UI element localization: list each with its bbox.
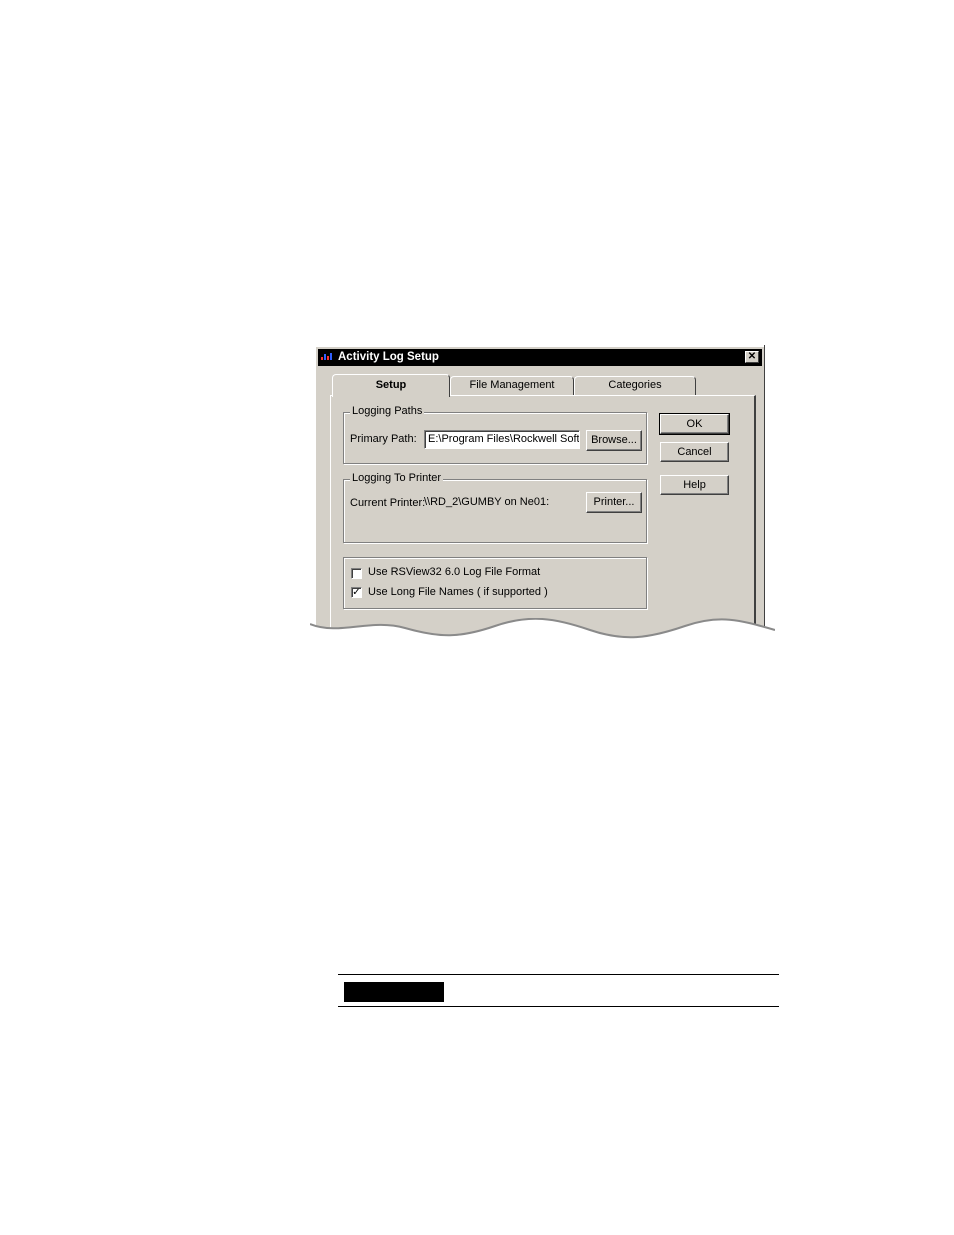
redacted-label-box bbox=[344, 982, 444, 1002]
rsview-format-label: Use RSView32 6.0 Log File Format bbox=[368, 566, 541, 578]
logging-paths-group: Logging Paths Primary Path: E:\Program F… bbox=[343, 405, 647, 464]
app-icon bbox=[321, 353, 332, 360]
table-rule-bottom bbox=[338, 1006, 779, 1007]
primary-path-input[interactable]: E:\Program Files\Rockwell Softw bbox=[424, 430, 580, 449]
title-bar[interactable]: Activity Log Setup ✕ bbox=[318, 349, 762, 366]
tab-file-management[interactable]: File Management bbox=[450, 376, 574, 395]
help-button[interactable]: Help bbox=[660, 475, 729, 495]
logging-to-printer-legend: Logging To Printer bbox=[350, 472, 444, 484]
logging-to-printer-group: Logging To Printer Current Printer: \\RD… bbox=[343, 472, 647, 543]
long-file-names-checkbox[interactable]: ✓ bbox=[351, 587, 362, 598]
long-file-names-label: Use Long File Names ( if supported ) bbox=[368, 586, 548, 598]
tab-setup-label: Setup bbox=[375, 379, 407, 391]
tab-categories[interactable]: Categories bbox=[574, 376, 696, 395]
tab-file-management-label: File Management bbox=[469, 379, 555, 391]
cancel-button[interactable]: Cancel bbox=[660, 442, 729, 462]
log-options-group: Use RSView32 6.0 Log File Format ✓ Use L… bbox=[343, 557, 647, 609]
rsview-format-checkbox[interactable] bbox=[351, 568, 362, 579]
browse-button[interactable]: Browse... bbox=[586, 430, 642, 451]
tab-setup[interactable]: Setup bbox=[332, 374, 450, 397]
primary-path-label: Primary Path: bbox=[350, 433, 417, 445]
current-printer-label: Current Printer: bbox=[350, 497, 426, 509]
check-icon: ✓ bbox=[352, 587, 361, 598]
tab-categories-label: Categories bbox=[608, 379, 662, 391]
torn-edge-graphic bbox=[310, 618, 775, 658]
current-printer-value: \\RD_2\GUMBY on Ne01: bbox=[424, 496, 550, 508]
ok-button[interactable]: OK bbox=[659, 413, 730, 435]
activity-log-setup-dialog: Activity Log Setup ✕ Setup File Manageme… bbox=[314, 345, 764, 645]
printer-button[interactable]: Printer... bbox=[586, 492, 642, 513]
close-icon[interactable]: ✕ bbox=[745, 351, 759, 363]
logging-paths-legend: Logging Paths bbox=[350, 405, 425, 417]
window-title: Activity Log Setup bbox=[338, 351, 439, 363]
table-rule-top bbox=[338, 974, 779, 975]
